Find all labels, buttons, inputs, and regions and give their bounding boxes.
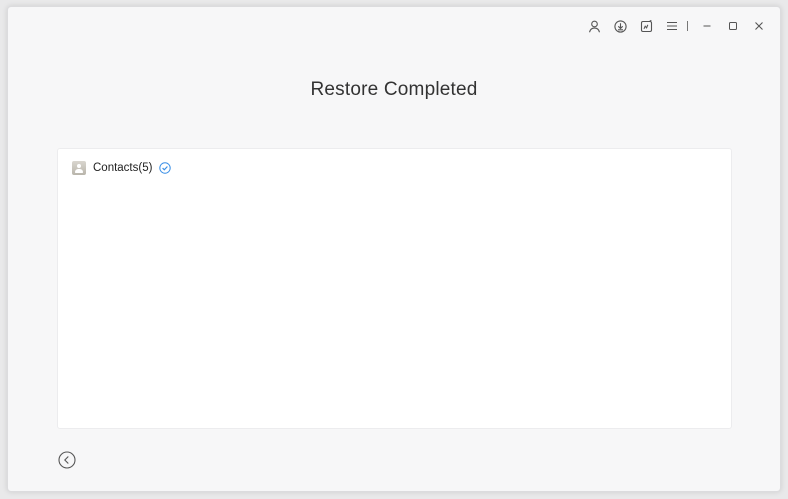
back-arrow-icon[interactable] — [58, 451, 76, 469]
check-circle-icon — [159, 162, 172, 174]
user-icon[interactable] — [581, 13, 607, 39]
title-bar-controls — [581, 13, 772, 39]
close-icon[interactable] — [746, 13, 772, 39]
list-item-contacts: Contacts(5) — [72, 160, 172, 176]
app-window: Restore Completed Contacts(5) — [7, 6, 781, 492]
maximize-icon[interactable] — [720, 13, 746, 39]
restore-results-panel: Contacts(5) — [57, 148, 732, 429]
page-title: Restore Completed — [310, 79, 478, 100]
minimize-icon[interactable] — [694, 13, 720, 39]
item-label: Contacts(5) — [93, 162, 153, 174]
title-bar-separator — [687, 21, 688, 31]
contacts-icon — [72, 161, 86, 175]
download-icon[interactable] — [607, 13, 633, 39]
menu-icon[interactable] — [659, 13, 685, 39]
feedback-icon[interactable] — [633, 13, 659, 39]
